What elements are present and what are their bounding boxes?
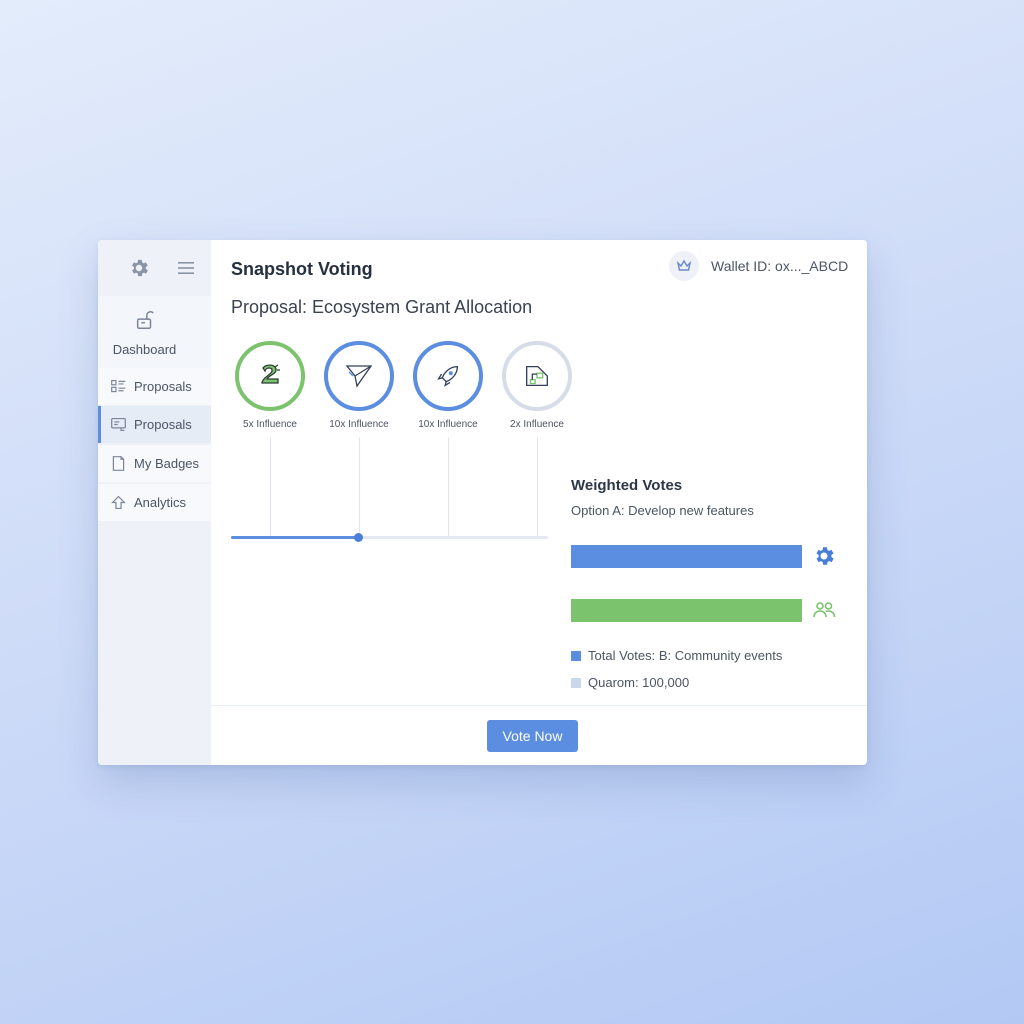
users-icon (813, 602, 836, 618)
menu-icon[interactable] (176, 258, 196, 278)
sidebar-item-label: Proposals (134, 379, 192, 394)
legend-swatch (571, 650, 581, 661)
badge-label: 10x Influence (418, 419, 478, 430)
badge-ring (324, 341, 394, 411)
sidebar-item-analytics[interactable]: Analytics (98, 484, 211, 521)
influence-slider[interactable] (231, 533, 548, 542)
badge-label: 2x Influence (510, 419, 564, 430)
network-icon (526, 365, 548, 387)
dragon-icon (261, 364, 280, 384)
wallet-indicator[interactable]: Wallet ID: ox..._ABCD (669, 251, 848, 281)
sidebar-toolbar (98, 240, 211, 296)
action-footer: Vote Now (211, 705, 867, 765)
badge-ring (502, 341, 572, 411)
vote-bar-option-b (571, 599, 802, 622)
legend-swatch (571, 677, 581, 688)
form-icon (111, 417, 126, 432)
badge-guide-line (537, 437, 538, 537)
influence-badge-10x[interactable]: 10x Influence (323, 341, 395, 430)
gear-icon (816, 547, 834, 565)
paper-plane-icon (345, 365, 373, 388)
grid-list-icon (111, 379, 126, 393)
vote-now-button[interactable]: Vote Now (487, 720, 578, 752)
crown-icon (669, 251, 699, 281)
wallet-id: Wallet ID: ox..._ABCD (711, 258, 849, 274)
sidebar-item-label: My Badges (134, 456, 200, 471)
sidebar-item-my-badges[interactable]: My Badges (98, 445, 211, 482)
option-label: Option A: Develop new features (571, 503, 754, 518)
badge-guide-line (270, 437, 271, 537)
legend-item-quorum: Quarom: 100,000 (571, 675, 689, 690)
badge-guide-line (448, 437, 449, 537)
slider-handle[interactable] (353, 533, 363, 542)
weighted-votes-title: Weighted Votes (571, 477, 683, 494)
sidebar-item-label: Analytics (134, 495, 187, 510)
arrow-up-icon (111, 495, 126, 510)
dashboard-label: Dashboard (112, 342, 177, 357)
badge-label: 5x Influence (243, 419, 297, 430)
influence-badge-10x-rocket[interactable]: 10x Influence (412, 341, 484, 430)
vote-bar-option-a (571, 545, 802, 568)
sidebar-item-label: Proposals (134, 417, 192, 432)
badge-ring (235, 341, 305, 411)
voting-window: Dashboard Proposals Proposals My Badges (98, 240, 867, 765)
sidebar-item-proposals-active[interactable]: Proposals (98, 406, 211, 443)
legend-text: Quarom: 100,000 (588, 675, 690, 690)
slider-fill (231, 536, 358, 539)
badge-ring (413, 341, 483, 411)
influence-badge-2x[interactable]: 2x Influence (501, 341, 573, 430)
sidebar-item-proposals[interactable]: Proposals (98, 368, 211, 405)
gear-icon[interactable] (128, 257, 150, 279)
unlock-icon (136, 311, 154, 329)
legend-text: Total Votes: B: Community events (588, 648, 783, 663)
sidebar: Dashboard Proposals Proposals My Badges (98, 240, 211, 765)
badge-guide-line (359, 437, 360, 537)
rocket-icon (437, 365, 459, 387)
legend-item-total-votes: Total Votes: B: Community events (571, 648, 782, 663)
proposal-title: Proposal: Ecosystem Grant Allocation (231, 297, 533, 317)
badge-label: 10x Influence (329, 419, 389, 430)
sidebar-item-dashboard[interactable]: Dashboard (98, 296, 211, 368)
influence-badge-5x[interactable]: 5x Influence (234, 341, 306, 430)
badge-icon (112, 456, 125, 471)
app-title: Snapshot Voting (231, 259, 373, 279)
